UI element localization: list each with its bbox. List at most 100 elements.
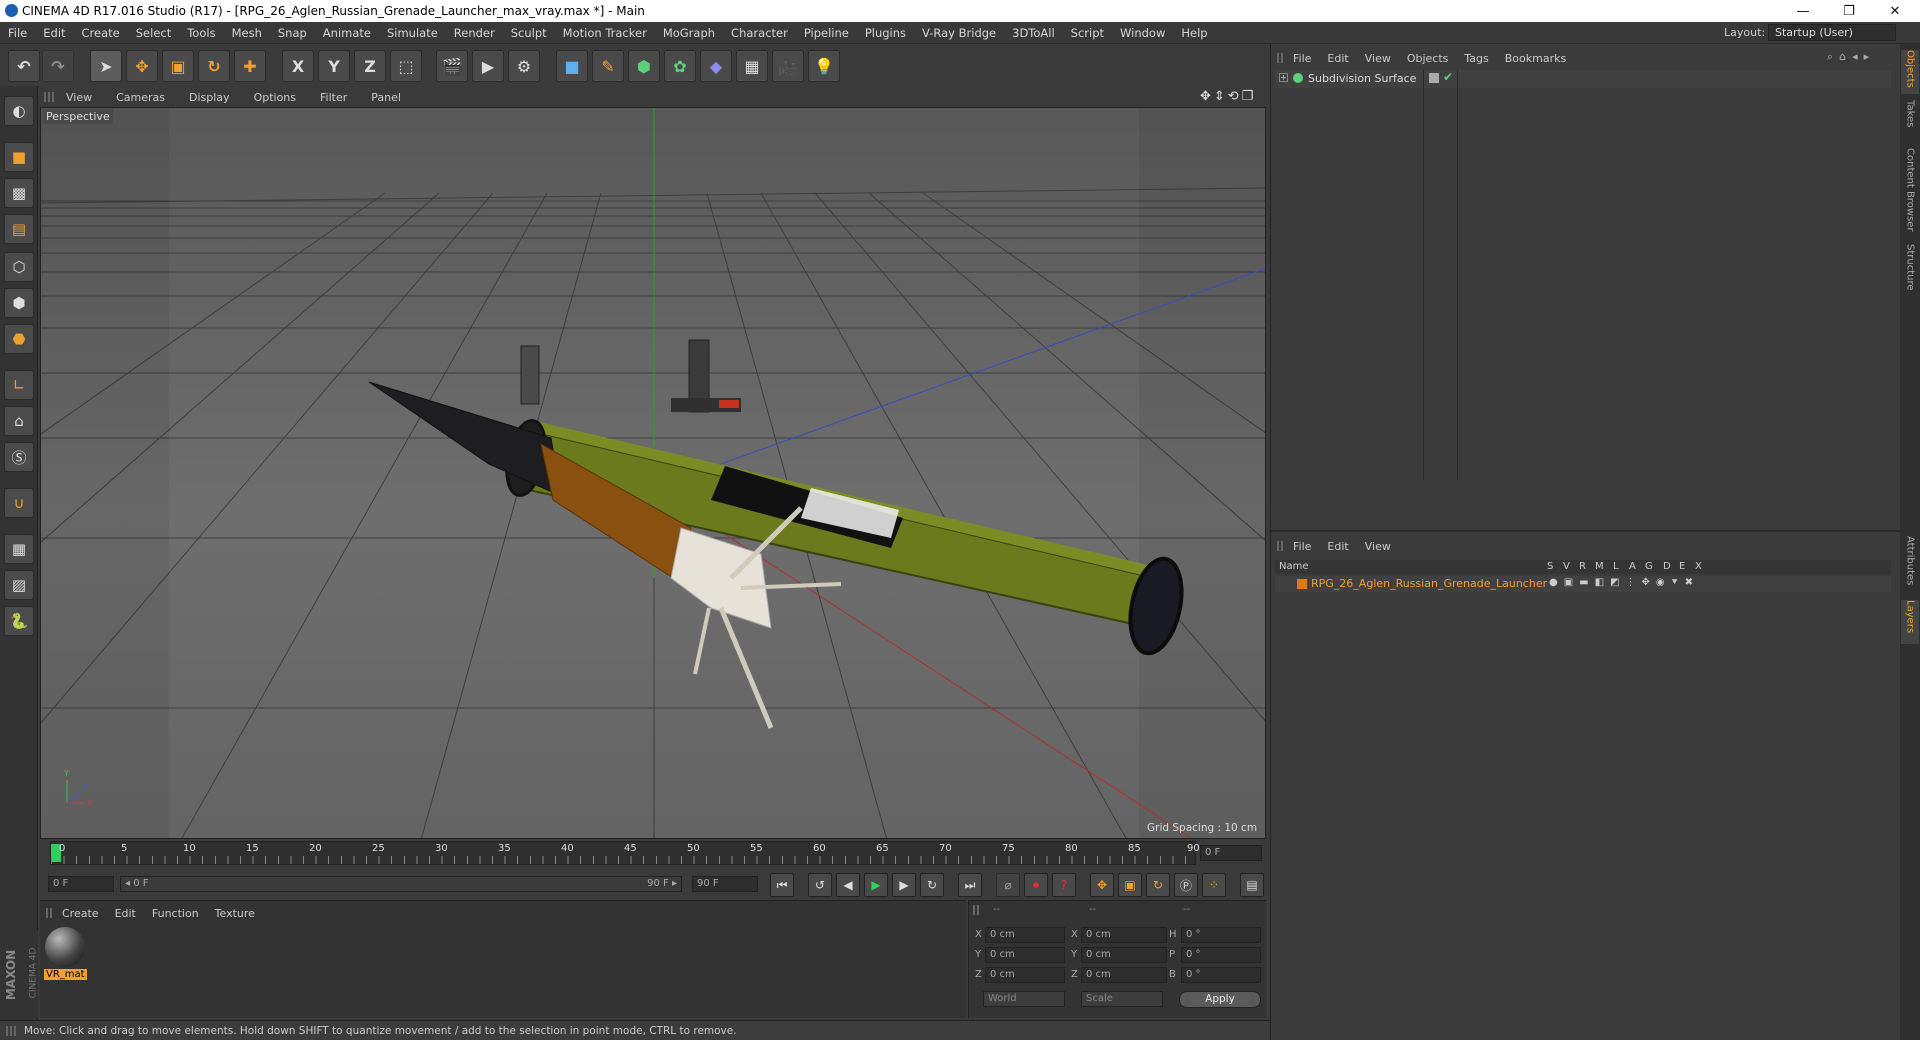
next-frame-button[interactable]: ▶ (892, 873, 916, 897)
points-mode-button[interactable]: ⬡ (4, 252, 34, 282)
menu-simulate[interactable]: Simulate (379, 26, 446, 40)
previous-frame-button[interactable]: ◀ (836, 873, 860, 897)
tab-content-browser[interactable]: Content Browser (1901, 148, 1919, 238)
axis-mode-button[interactable]: ∟ (4, 370, 34, 400)
col-manager[interactable]: M (1595, 561, 1604, 572)
auto-key-button[interactable]: ⏺ (1024, 873, 1048, 897)
tab-attributes[interactable]: Attributes (1901, 536, 1919, 592)
col-deformers[interactable]: D (1663, 561, 1671, 572)
menu-file[interactable]: File (0, 26, 35, 40)
polygons-mode-button[interactable]: ⬣ (4, 324, 34, 354)
preview-range-slider[interactable]: ◂ 0 F 90 F ▸ (120, 876, 682, 892)
key-pla-button[interactable]: ⁘ (1202, 873, 1226, 897)
menu-tools[interactable]: Tools (179, 26, 223, 40)
menu-animate[interactable]: Animate (315, 26, 379, 40)
undo-button[interactable]: ↶ (8, 50, 40, 82)
viewport-menu-options[interactable]: Options (242, 91, 308, 104)
menu-render[interactable]: Render (446, 26, 503, 40)
expand-icon[interactable]: + (1279, 73, 1288, 82)
menu-window[interactable]: Window (1112, 26, 1173, 40)
workplane-mode-button[interactable]: ▤ (4, 214, 34, 244)
next-key-button[interactable]: ↻ (920, 873, 944, 897)
texture-mode-button[interactable]: ▩ (4, 178, 34, 208)
material-menu-texture[interactable]: Texture (207, 907, 263, 920)
size-mode-dropdown[interactable]: Scale (1081, 991, 1163, 1007)
add-camera-button[interactable]: 🎥 (772, 50, 804, 82)
col-locked[interactable]: L (1613, 561, 1619, 572)
pos-y-field[interactable]: 0 cm (985, 947, 1065, 963)
layer-menu-file[interactable]: File (1285, 540, 1319, 553)
timeline-ruler[interactable]: 0 5 10 15 20 25 30 35 40 45 50 55 60 65 … (40, 841, 1266, 865)
apply-button[interactable]: Apply (1179, 991, 1261, 1008)
col-view[interactable]: V (1563, 561, 1570, 572)
size-x-field[interactable]: 0 cm (1081, 927, 1167, 943)
tab-objects[interactable]: Objects (1901, 50, 1919, 94)
menu-snap[interactable]: Snap (270, 26, 315, 40)
tab-structure[interactable]: Structure (1901, 244, 1919, 300)
object-menu-edit[interactable]: Edit (1319, 52, 1356, 65)
start-frame-field[interactable]: 0 F (48, 876, 114, 892)
z-axis-lock-button[interactable]: Z (354, 50, 386, 82)
pos-x-field[interactable]: 0 cm (985, 927, 1065, 943)
menu-create[interactable]: Create (74, 26, 128, 40)
material-menu-edit[interactable]: Edit (107, 907, 144, 920)
layer-color-swatch[interactable] (1297, 579, 1307, 589)
layout-dropdown[interactable]: Startup (User) (1768, 24, 1896, 41)
menu-script[interactable]: Script (1063, 26, 1112, 40)
add-cube-button[interactable]: ■ (556, 50, 588, 82)
model-mode-button[interactable]: ■ (4, 142, 34, 172)
col-solo[interactable]: S (1547, 561, 1553, 572)
go-to-start-button[interactable]: ⏮ (770, 873, 794, 897)
material-menu-function[interactable]: Function (144, 907, 207, 920)
layer-row[interactable]: RPG_26_Aglen_Russian_Grenade_Launcher ●▣… (1275, 576, 1891, 592)
make-editable-button[interactable]: ◐ (4, 96, 34, 126)
key-rotation-button[interactable]: ↻ (1146, 873, 1170, 897)
viewport-menu-filter[interactable]: Filter (308, 91, 359, 104)
scale-tool-button[interactable]: ▣ (162, 50, 194, 82)
tab-takes[interactable]: Takes (1901, 100, 1919, 140)
menu-plugins[interactable]: Plugins (857, 26, 914, 40)
menu-pipeline[interactable]: Pipeline (796, 26, 857, 40)
key-parameter-button[interactable]: Ⓟ (1174, 873, 1198, 897)
workplane-align-button[interactable]: ▨ (4, 570, 34, 600)
key-position-button[interactable]: ✥ (1090, 873, 1114, 897)
col-name[interactable]: Name (1279, 561, 1309, 572)
3d-viewport[interactable]: Y X Z Perspective Grid Spacing : 10 cm (40, 107, 1266, 839)
add-spline-button[interactable]: ✎ (592, 50, 624, 82)
object-manager-nav-icons[interactable]: ⌕⌂◂▸ (1827, 50, 1875, 64)
menu-edit[interactable]: Edit (35, 26, 73, 40)
rotate-tool-button[interactable]: ↻ (198, 50, 230, 82)
timeline-track[interactable]: 0 5 10 15 20 25 30 35 40 45 50 55 60 65 … (50, 841, 1200, 865)
col-expressions[interactable]: E (1679, 561, 1685, 572)
object-row-subdivision-surface[interactable]: + Subdivision Surface ✔ (1275, 70, 1891, 480)
move-tool-button[interactable]: ✥ (126, 50, 158, 82)
object-menu-objects[interactable]: Objects (1399, 52, 1457, 65)
current-frame-field[interactable]: 0 F (1200, 845, 1262, 861)
render-settings-button[interactable]: ⚙ (508, 50, 540, 82)
key-scale-button[interactable]: ▣ (1118, 873, 1142, 897)
coordinate-space-dropdown[interactable]: World (983, 991, 1065, 1007)
menu-help[interactable]: Help (1173, 26, 1215, 40)
object-menu-file[interactable]: File (1285, 52, 1319, 65)
menu-mograph[interactable]: MoGraph (655, 26, 723, 40)
material-swatch[interactable]: VR_mat (44, 927, 87, 983)
col-render[interactable]: R (1579, 561, 1586, 572)
viewport-menu-display[interactable]: Display (177, 91, 242, 104)
redo-button[interactable]: ↷ (42, 50, 74, 82)
size-y-field[interactable]: 0 cm (1081, 947, 1167, 963)
end-frame-field[interactable]: 90 F (692, 876, 758, 892)
size-z-field[interactable]: 0 cm (1081, 967, 1167, 983)
keyframe-selection-button[interactable]: ? (1052, 873, 1076, 897)
previous-key-button[interactable]: ↺ (808, 873, 832, 897)
tweak-mode-button[interactable]: ⌂ (4, 406, 34, 436)
add-floor-button[interactable]: ▦ (736, 50, 768, 82)
x-axis-lock-button[interactable]: X (282, 50, 314, 82)
viewport-menu-cameras[interactable]: Cameras (104, 91, 177, 104)
menu-mesh[interactable]: Mesh (224, 26, 270, 40)
tab-layers[interactable]: Layers (1901, 600, 1919, 644)
minimize-button[interactable]: — (1780, 0, 1826, 22)
close-button[interactable]: ✕ (1872, 0, 1918, 22)
snap-button[interactable]: Ⓢ (4, 442, 34, 472)
layer-menu-edit[interactable]: Edit (1319, 540, 1356, 553)
col-animation[interactable]: A (1629, 561, 1636, 572)
